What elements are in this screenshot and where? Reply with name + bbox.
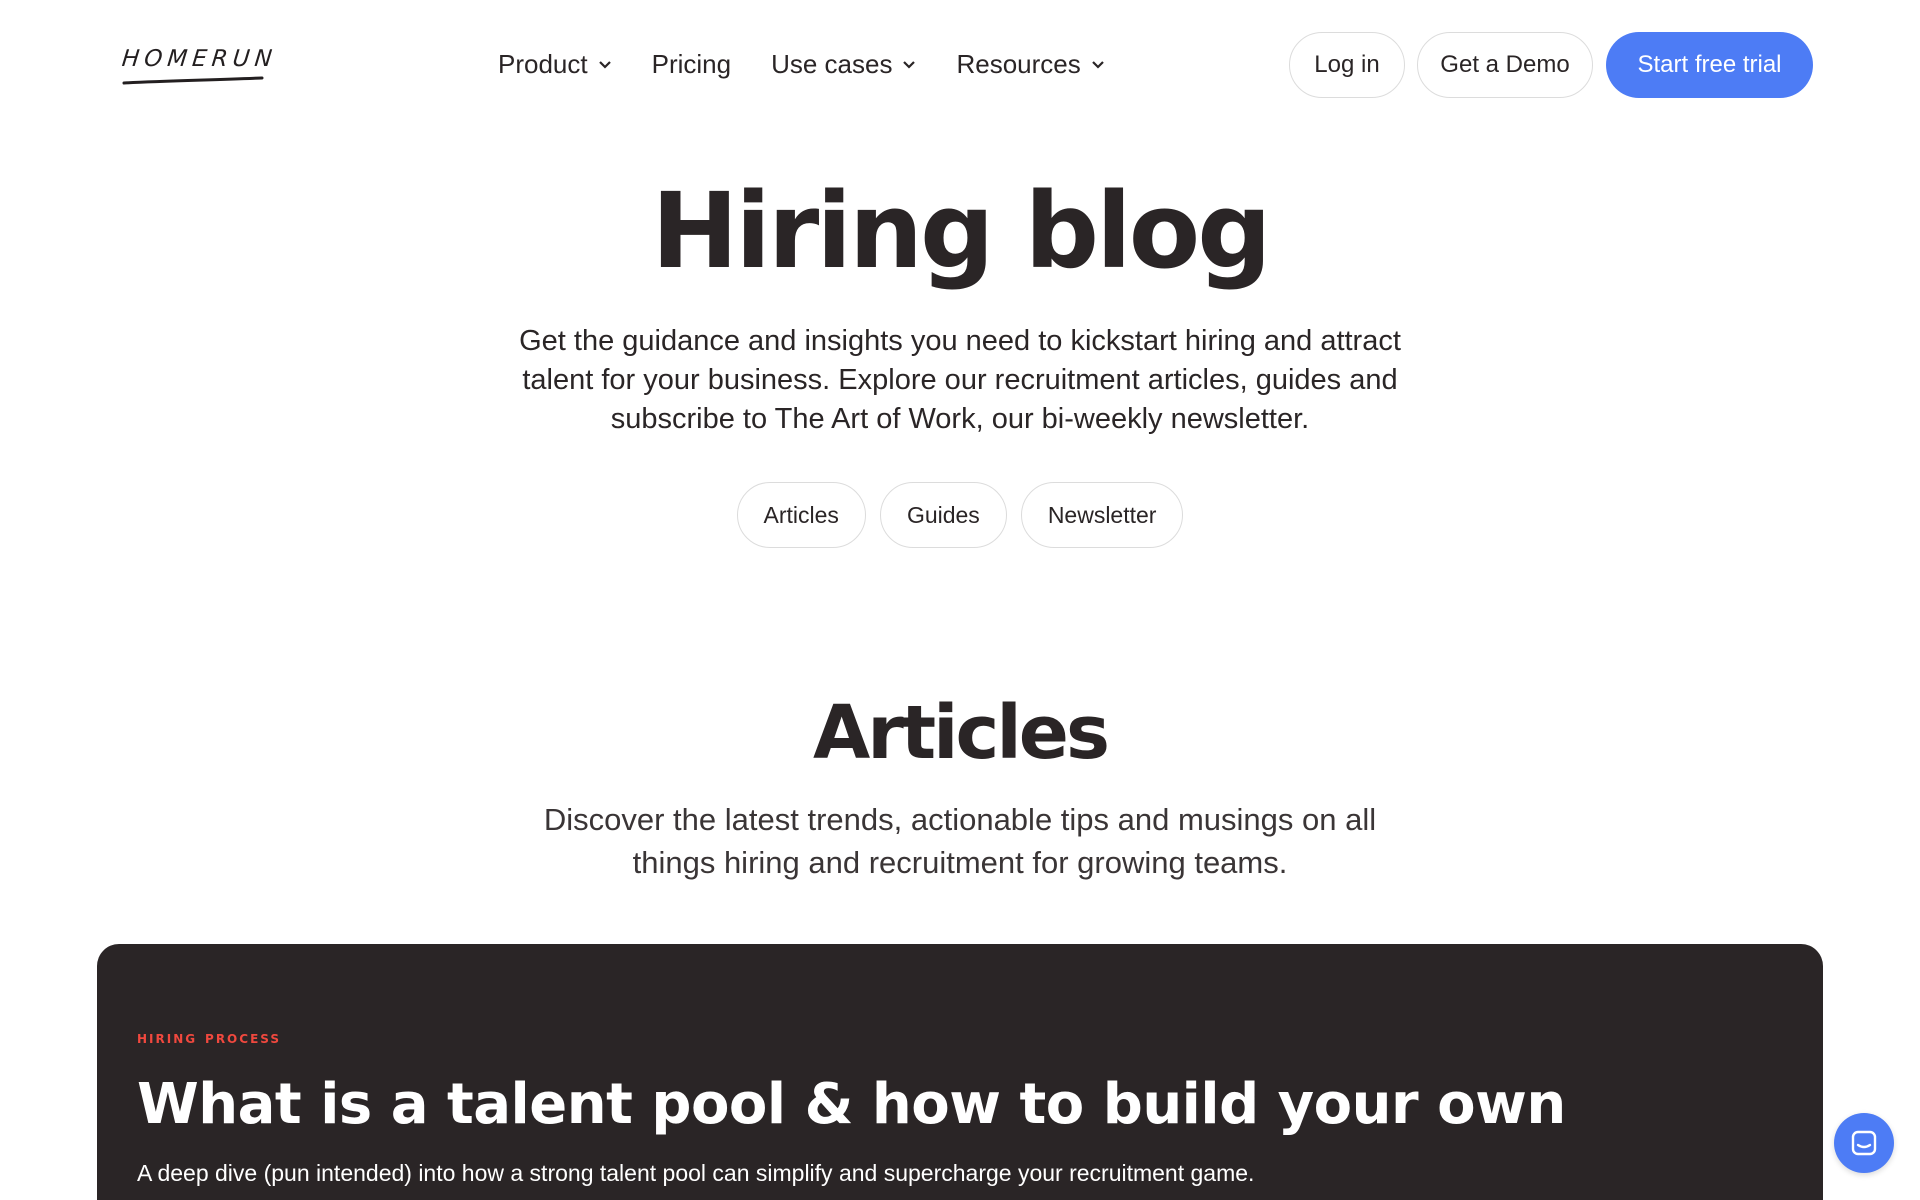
filter-articles[interactable]: Articles (736, 482, 866, 548)
article-category-tag: HIRING PROCESS (137, 1028, 282, 1048)
chevron-down-icon (903, 61, 916, 69)
main-menu: Product Pricing Use cases Resources (498, 44, 1145, 84)
articles-subtitle: Discover the latest trends, actionable t… (543, 802, 1377, 880)
menu-item-product[interactable]: Product (498, 49, 612, 80)
top-navigation: HOMERUN Product Pricing Use cases Resour… (0, 0, 1920, 130)
article-description: A deep dive (pun intended) into how a st… (137, 1160, 1255, 1186)
chevron-down-icon (1091, 61, 1104, 69)
menu-item-label: Pricing (651, 48, 732, 79)
menu-item-label: Use cases (771, 48, 893, 79)
get-demo-button[interactable]: Get a Demo (1417, 32, 1593, 98)
filter-newsletter[interactable]: Newsletter (1020, 482, 1184, 548)
category-filter: Articles Guides Newsletter (0, 482, 1920, 548)
homerun-logo[interactable]: HOMERUN (120, 46, 279, 86)
filter-guides[interactable]: Guides (879, 482, 1007, 548)
chat-launcher-button[interactable] (1834, 1113, 1894, 1173)
login-button[interactable]: Log in (1289, 32, 1405, 98)
logo-text: HOMERUN (120, 46, 279, 72)
page-title: Hiring blog (651, 170, 1271, 292)
articles-heading: Articles (813, 690, 1110, 776)
chevron-down-icon (598, 61, 611, 69)
menu-item-pricing[interactable]: Pricing (652, 49, 731, 80)
hero-subtitle: Get the guidance and insights you need t… (519, 325, 1401, 435)
menu-item-label: Product (498, 48, 588, 79)
logo-underline (122, 76, 264, 85)
menu-item-label: Resources (956, 48, 1081, 79)
menu-item-resources[interactable]: Resources (956, 49, 1104, 80)
start-free-trial-button[interactable]: Start free trial (1606, 32, 1813, 98)
featured-article-card[interactable]: HIRING PROCESS What is a talent pool & h… (97, 944, 1823, 1200)
menu-item-use-cases[interactable]: Use cases (771, 49, 916, 80)
article-title: What is a talent pool & how to build you… (137, 1072, 1566, 1137)
chat-icon (1851, 1130, 1877, 1156)
